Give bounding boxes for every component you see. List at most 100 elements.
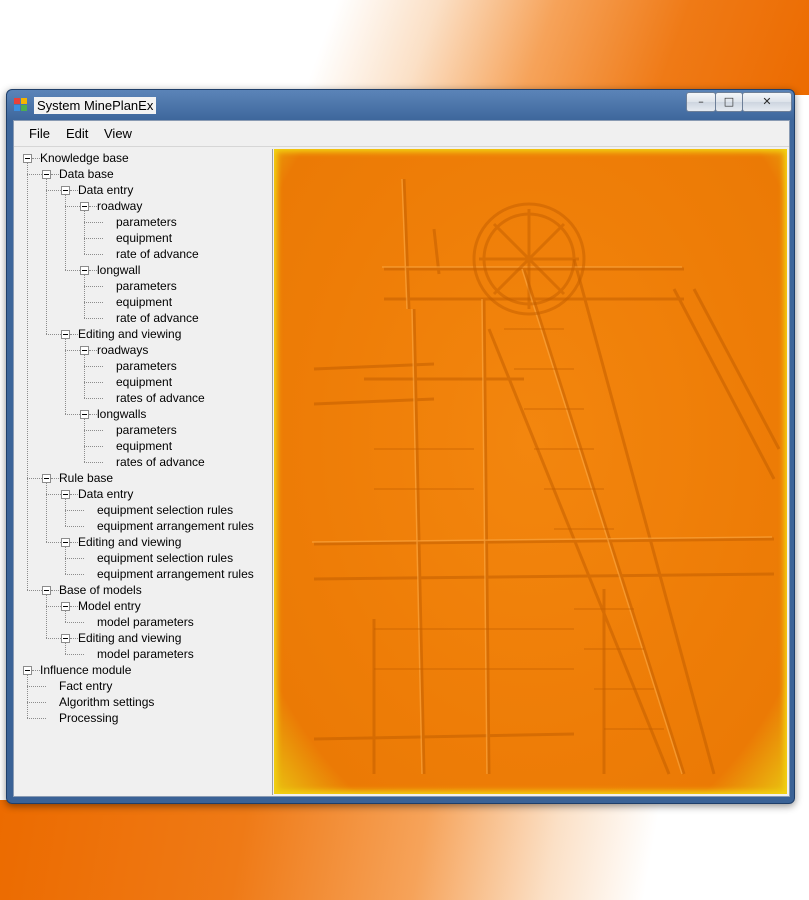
tree-guide-line (46, 179, 47, 334)
tree-collapse-icon[interactable] (61, 330, 70, 339)
tree-guide-line (65, 499, 66, 526)
tree-collapse-icon[interactable] (23, 666, 32, 675)
window-title: System MinePlanEx (34, 97, 157, 114)
tree-connector (70, 494, 78, 495)
tree-item[interactable]: equipment selection rules (97, 550, 233, 566)
tree-connector (51, 478, 59, 479)
tree-item[interactable]: Processing (59, 710, 118, 726)
tree-item[interactable]: Editing and viewing (78, 534, 181, 550)
tree-collapse-icon[interactable] (61, 538, 70, 547)
tree-collapse-icon[interactable] (23, 154, 32, 163)
tree-item[interactable]: equipment (116, 374, 172, 390)
tree-item[interactable]: Rule base (59, 470, 113, 486)
tree-collapse-icon[interactable] (61, 186, 70, 195)
tree-connector (32, 158, 40, 159)
tree-item[interactable]: Fact entry (59, 678, 112, 694)
tree-connector (32, 670, 40, 671)
tree-connector (84, 446, 103, 447)
tree-connector (89, 206, 97, 207)
tree-connector (84, 462, 103, 463)
tree-collapse-icon[interactable] (42, 170, 51, 179)
tree-connector (70, 334, 78, 335)
menu-file[interactable]: File (27, 125, 52, 142)
tree-connector (65, 558, 84, 559)
tree-item[interactable]: model parameters (97, 614, 194, 630)
tree-item[interactable]: equipment selection rules (97, 502, 233, 518)
tree-connector (70, 542, 78, 543)
tree-item[interactable]: longwall (97, 262, 140, 278)
tree-connector (89, 350, 97, 351)
tree-item[interactable]: rate of advance (116, 310, 199, 326)
tree-item[interactable]: equipment arrangement rules (97, 518, 254, 534)
app-icon[interactable] (14, 98, 28, 112)
tree-collapse-icon[interactable] (80, 266, 89, 275)
tree-connector (51, 174, 59, 175)
tree-item[interactable]: parameters (116, 422, 177, 438)
tree-item[interactable]: longwalls (97, 406, 146, 422)
maximize-button[interactable]: □ (715, 92, 743, 112)
menu-view[interactable]: View (102, 125, 134, 142)
tree-collapse-icon[interactable] (80, 346, 89, 355)
tree-item[interactable]: rate of advance (116, 246, 199, 262)
tree-item[interactable]: Editing and viewing (78, 326, 181, 342)
tree-connector (84, 366, 103, 367)
menu-edit[interactable]: Edit (64, 125, 90, 142)
tree-guide-line (84, 419, 85, 462)
tree-item[interactable]: equipment (116, 438, 172, 454)
tree-item[interactable]: Data entry (78, 182, 133, 198)
tree-item[interactable]: equipment (116, 230, 172, 246)
tree-collapse-icon[interactable] (61, 634, 70, 643)
tree-connector (89, 414, 97, 415)
headframe-picture (274, 149, 787, 794)
tree-guide-line (84, 355, 85, 398)
tree-item[interactable]: equipment arrangement rules (97, 566, 254, 582)
tree-item[interactable]: Algorithm settings (59, 694, 154, 710)
tree-collapse-icon[interactable] (61, 602, 70, 611)
tree-item[interactable]: Base of models (59, 582, 142, 598)
headframe-illustration (311, 178, 781, 775)
knowledge-tree[interactable]: Knowledge base Data base Data entry roadway… (15, 149, 273, 795)
tree-connector (89, 270, 97, 271)
tree-connector (84, 398, 103, 399)
close-icon: ✕ (762, 95, 772, 108)
tree-guide-line (65, 643, 66, 654)
app-window: System MinePlanEx – □ ✕ File Edit View K… (6, 89, 795, 804)
tree-guide-line (46, 595, 47, 638)
tree-connector (70, 638, 78, 639)
tree-item[interactable]: roadways (97, 342, 148, 358)
tree-collapse-icon[interactable] (80, 202, 89, 211)
tree-connector (70, 606, 78, 607)
tree-collapse-icon[interactable] (80, 410, 89, 419)
tree-item[interactable]: parameters (116, 278, 177, 294)
tree-item[interactable]: Data base (59, 166, 114, 182)
title-bar[interactable]: System MinePlanEx – □ ✕ (7, 90, 794, 120)
tree-guide-line (46, 483, 47, 542)
tree-collapse-icon[interactable] (61, 490, 70, 499)
tree-collapse-icon[interactable] (42, 586, 51, 595)
tree-item[interactable]: parameters (116, 214, 177, 230)
tree-item[interactable]: model parameters (97, 646, 194, 662)
tree-collapse-icon[interactable] (42, 474, 51, 483)
tree-guide-line (65, 547, 66, 574)
tree-item[interactable]: parameters (116, 358, 177, 374)
tree-connector (84, 382, 103, 383)
tree-item[interactable]: roadway (97, 198, 142, 214)
tree-item[interactable]: Editing and viewing (78, 630, 181, 646)
tree-guide-line (84, 211, 85, 254)
tree-item[interactable]: rates of advance (116, 454, 205, 470)
close-button[interactable]: ✕ (742, 92, 792, 112)
tree-item[interactable]: equipment (116, 294, 172, 310)
desktop-background-bottom (0, 800, 809, 900)
tree-guide-line (84, 275, 85, 318)
tree-item[interactable]: Model entry (78, 598, 141, 614)
menu-bar: File Edit View (14, 121, 789, 147)
tree-connector (65, 526, 84, 527)
minimize-button[interactable]: – (686, 92, 716, 112)
tree-guide-line (27, 163, 28, 590)
tree-item[interactable]: Influence module (40, 662, 131, 678)
tree-item[interactable]: rates of advance (116, 390, 205, 406)
tree-connector (84, 302, 103, 303)
tree-item[interactable]: Knowledge base (40, 150, 129, 166)
tree-item[interactable]: Data entry (78, 486, 133, 502)
tree-guide-line (27, 675, 28, 718)
